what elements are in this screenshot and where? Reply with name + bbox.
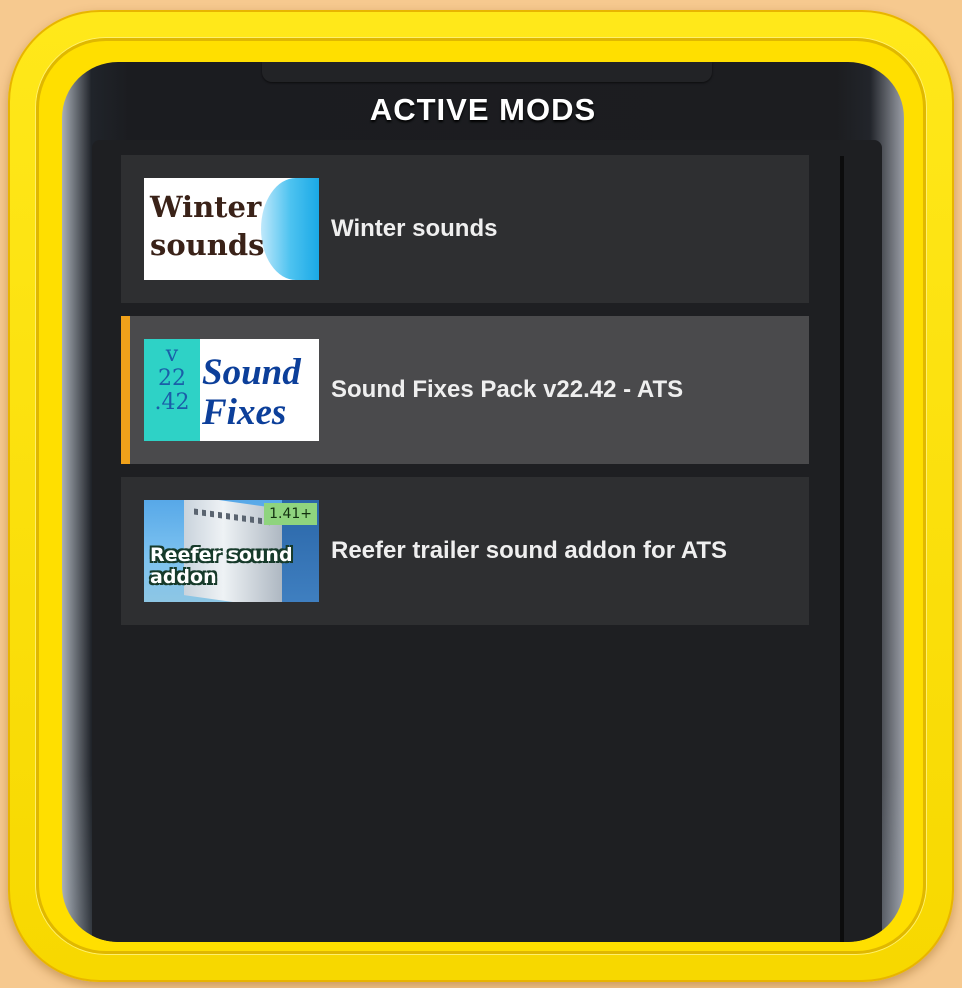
scrollbar-track[interactable]	[840, 156, 844, 942]
mod-thumbnail: Winter sounds	[144, 178, 319, 280]
mod-name: Winter sounds	[331, 155, 791, 303]
thumbnail-line: Fixes	[202, 392, 287, 433]
mod-name-text: Sound Fixes Pack v22.42 - ATS	[331, 376, 684, 403]
version-badge: 1.41+	[264, 503, 317, 525]
thumbnail-line: Sound	[202, 352, 301, 393]
thumbnail-version-line: 22	[158, 366, 186, 391]
panel-title: ACTIVE MODS	[369, 92, 597, 127]
thumbnail-line: sounds	[150, 228, 265, 262]
thumbnail-logo-text: Reefer sound addon	[150, 544, 319, 588]
thumbnail-line: addon	[150, 566, 217, 588]
thumbnail-version-line: v	[165, 342, 179, 367]
mod-item-sound-fixes-pack[interactable]: v 22 .42 Sound Fixes Sound Fixes Pack v2…	[121, 316, 809, 464]
thumbnail-version-line: .42	[154, 390, 190, 415]
thumbnail-line: Reefer sound	[150, 544, 293, 566]
mod-name-text: Reefer trailer sound addon for ATS	[331, 537, 728, 564]
thumbnail-logo-text: Sound Fixes	[200, 353, 319, 433]
mod-thumbnail: 1.41+ Reefer sound addon	[144, 500, 319, 602]
thumbnail-line: Winter	[150, 190, 262, 224]
mod-name: Reefer trailer sound addon for ATS	[331, 477, 791, 625]
mod-thumbnail: v 22 .42 Sound Fixes	[144, 339, 319, 441]
selected-indicator	[121, 316, 130, 464]
thumbnail-version: v 22 .42	[144, 339, 200, 441]
mod-name: Sound Fixes Pack v22.42 - ATS	[331, 316, 791, 464]
mod-item-reefer-trailer-sound[interactable]: 1.41+ Reefer sound addon Reefer trailer …	[121, 477, 809, 625]
thumbnail-logo-text: Winter sounds	[150, 188, 270, 264]
top-notch	[262, 62, 712, 82]
screen: ACTIVE MODS Winter sounds Winter sounds …	[62, 62, 904, 942]
mod-item-winter-sounds[interactable]: Winter sounds Winter sounds	[121, 155, 809, 303]
mod-name-text: Winter sounds	[331, 215, 498, 242]
